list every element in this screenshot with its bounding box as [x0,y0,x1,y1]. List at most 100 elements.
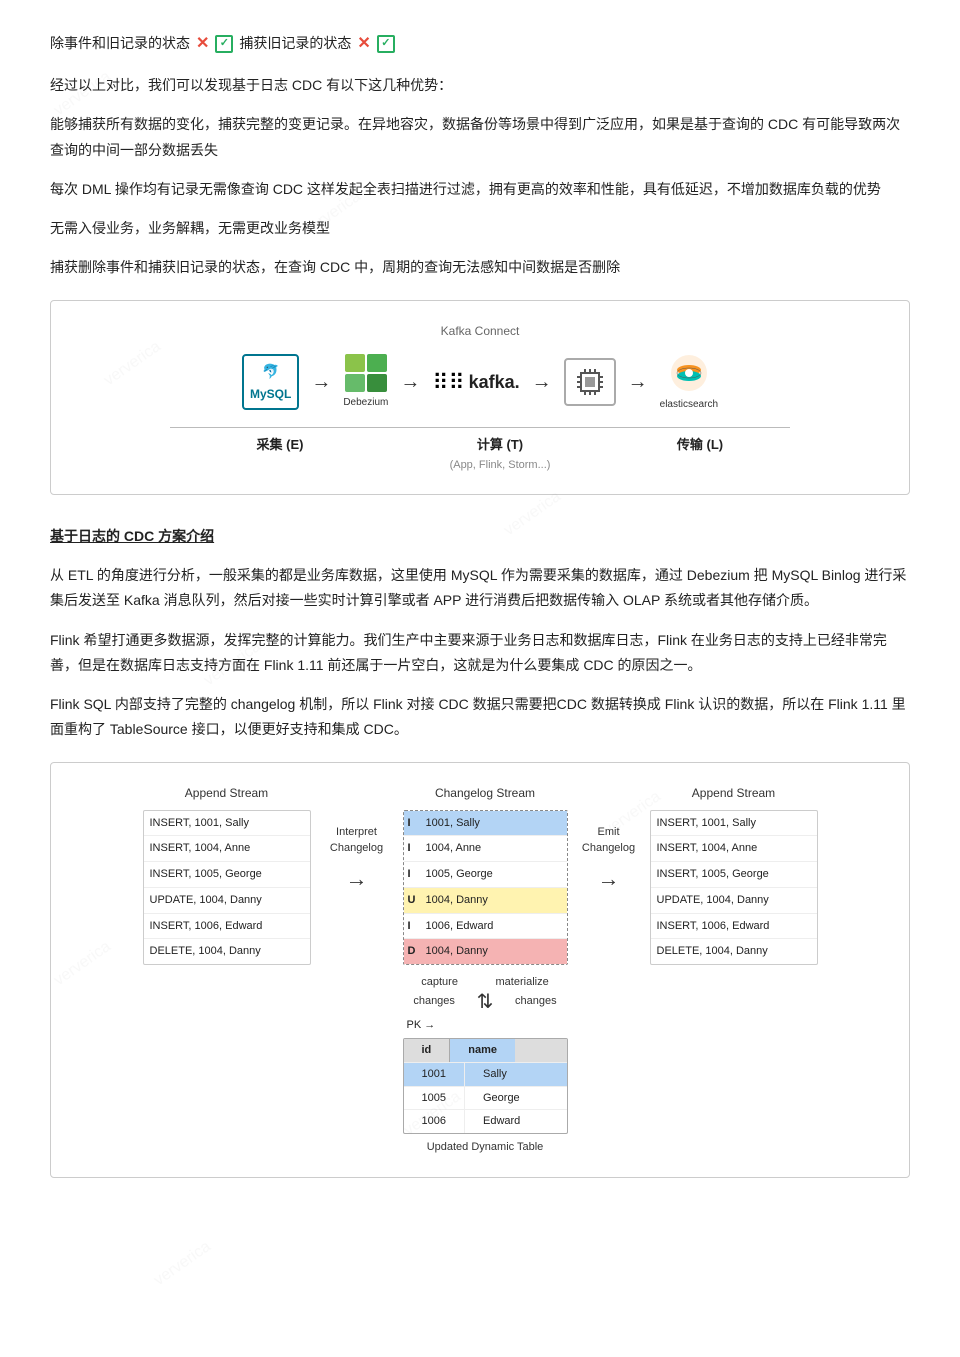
left-row-6: DELETE, 1004, Danny [144,939,310,964]
arrow-4: → [628,365,648,399]
capture-label: capture [421,973,458,992]
changes-labels: changes ⇅ changes [403,992,568,1012]
changelog-row-3: I 1005, George [404,862,567,888]
kafka-connect-label: Kafka Connect [71,321,889,341]
changelog-stream: Changelog Stream I 1001, Sally I 1004, A… [403,783,568,1156]
chip-icon [573,365,607,399]
op-2: I [408,839,422,858]
mysql-icon: 🐬 MySQL [242,354,299,410]
changelog-row-4: U 1004, Danny [404,888,567,914]
paragraph-advantage-3: 无需入侵业务，业务解耦，无需更改业务模型 [50,216,910,241]
elasticsearch-node: elasticsearch [660,352,718,413]
right-row-3: INSERT, 1005, George [651,862,817,888]
capture-materialize-labels: capture materialize [403,973,568,992]
right-append-stream: Append Stream INSERT, 1001, Sally INSERT… [650,783,818,965]
right-stream-title: Append Stream [692,783,775,803]
left-stream-rows: INSERT, 1001, Sally INSERT, 1004, Anne I… [143,810,311,965]
changes-label-2: changes [515,992,557,1012]
paragraph-advantage-4: 捕获删除事件和捕获旧记录的状态，在查询 CDC 中，周期的查询无法感知中间数据是… [50,255,910,280]
double-arrow: ⇅ [477,992,494,1012]
stage-compute-sub: (App, Flink, Storm...) [390,456,610,475]
arrow-2: → [400,365,420,399]
td-name-2: George [465,1087,538,1110]
content-2: 1004, Anne [426,839,482,858]
arrow-1: → [311,365,331,399]
right-stream-rows: INSERT, 1001, Sally INSERT, 1004, Anne I… [650,810,818,965]
elasticsearch-label: elasticsearch [660,396,718,413]
pk-label: PK → [407,1016,436,1035]
stage-collect-label: 采集 (E) [170,434,390,456]
stage-transfer-label: 传输 (L) [610,434,790,456]
cross-icon-2: ✕ [357,30,370,57]
content-1: 1001, Sally [426,814,480,833]
op-1: I [408,814,422,833]
changes-label-1: changes [413,992,455,1012]
changelog-row-6: D 1004, Danny [404,939,567,964]
content-3: 1005, George [426,865,493,884]
changelog-row-1: I 1001, Sally [404,811,567,837]
td-id-1: 1001 [404,1063,465,1086]
emit-block: EmitChangelog → [574,783,644,897]
td-name-1: Sally [465,1063,525,1086]
right-row-6: DELETE, 1004, Danny [651,939,817,964]
th-id: id [404,1039,451,1062]
arrow-3: → [532,365,552,399]
emit-label: EmitChangelog [582,825,635,856]
changelog-title: Changelog Stream [435,783,535,803]
stage-collect: 采集 (E) [170,427,390,475]
check-box-2: ✓ [377,35,395,53]
debezium-node: Debezium [343,354,388,411]
op-5: I [408,917,422,936]
td-id-3: 1006 [404,1110,465,1133]
dynamic-table: id name 1001 Sally 1005 George 1006 Edwa… [403,1038,568,1134]
table-row-sally: 1001 Sally [404,1062,567,1086]
th-name: name [450,1039,515,1062]
arch-flow-row: 🐬 MySQL → Debezium → ⠿⠿ kafka. [71,352,889,413]
kafka-label: kafka. [469,367,520,398]
right-row-2: INSERT, 1004, Anne [651,836,817,862]
body-paragraph-2: Flink 希望打通更多数据源，发挥完整的计算能力。我们生产中主要来源于业务日志… [50,628,910,678]
op-4: U [408,891,422,910]
cdc-flow-diagram: Append Stream INSERT, 1001, Sally INSERT… [50,762,910,1177]
debezium-label: Debezium [343,394,388,411]
updated-table-label: Updated Dynamic Table [427,1138,544,1157]
arch-stages: 采集 (E) 计算 (T) (App, Flink, Storm...) 传输 … [71,427,889,475]
architecture-diagram: Kafka Connect 🐬 MySQL → Debezium → [50,300,910,495]
content-4: 1004, Danny [426,891,488,910]
stage-compute: 计算 (T) (App, Flink, Storm...) [390,427,610,475]
flink-node [564,358,616,406]
stage-transfer: 传输 (L) [610,427,790,475]
cross-icon-1: ✕ [196,30,209,57]
left-row-3: INSERT, 1005, George [144,862,310,888]
kafka-node: ⠿⠿ kafka. [432,364,519,401]
stage-compute-label: 计算 (T) [390,434,610,456]
right-arrow-1: → [346,860,368,897]
changelog-row-2: I 1004, Anne [404,836,567,862]
content-5: 1006, Edward [426,917,494,936]
header-section: 除事件和旧记录的状态 ✕ ✓ 捕获旧记录的状态 ✕ ✓ [50,30,910,57]
elasticsearch-icon [668,352,710,394]
check-box-1: ✓ [215,35,233,53]
mysql-node: 🐬 MySQL [242,354,299,410]
header-text-2: 捕获旧记录的状态 [239,32,351,56]
left-row-1: INSERT, 1001, Sally [144,811,310,837]
right-row-1: INSERT, 1001, Sally [651,811,817,837]
paragraph-advantage-1: 能够捕获所有数据的变化，捕获完整的变更记录。在异地容灾，数据备份等场景中得到广泛… [50,112,910,162]
op-6: D [408,942,422,961]
pk-row: PK → [403,1016,436,1035]
section-title: 基于日志的 CDC 方案介绍 [50,525,910,549]
table-header: id name [404,1039,567,1062]
cdc-flow-row: Append Stream INSERT, 1001, Sally INSERT… [61,783,899,1156]
content-6: 1004, Danny [426,942,488,961]
materialize-label: materialize [496,973,549,992]
changelog-rows: I 1001, Sally I 1004, Anne I 1005, Georg… [403,810,568,965]
interpret-block: InterpretChangelog → [317,783,397,897]
op-3: I [408,865,422,884]
paragraph-advantage-2: 每次 DML 操作均有记录无需像查询 CDC 这样发起全表扫描进行过滤，拥有更高… [50,177,910,202]
left-row-2: INSERT, 1004, Anne [144,836,310,862]
td-name-3: Edward [465,1110,538,1133]
left-row-5: INSERT, 1006, Edward [144,914,310,940]
header-text-1: 除事件和旧记录的状态 [50,32,190,56]
left-append-stream: Append Stream INSERT, 1001, Sally INSERT… [143,783,311,965]
table-row-george: 1005 George [404,1086,567,1110]
